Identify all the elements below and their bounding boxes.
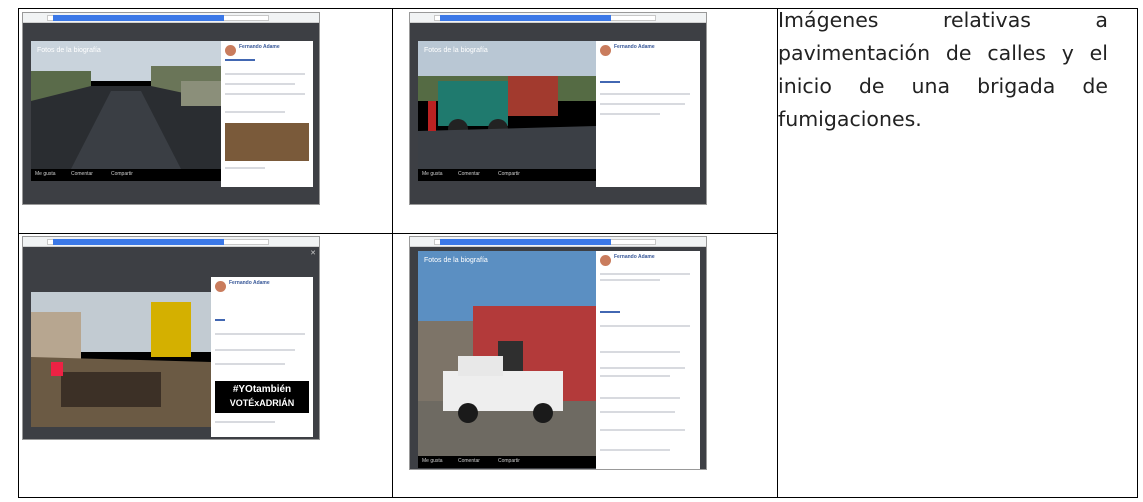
screenshot-excavation: ✕ Fernando Adame #YOtambién VOTÉxADRIÁN (22, 236, 320, 440)
road-photo (31, 41, 221, 169)
post-panel: Fernando Adame #YOtambién VOTÉxADRIÁN (211, 277, 313, 437)
like-action[interactable]: Me gusta (35, 171, 56, 177)
viewer-caption: Fotos de la biografía (424, 257, 488, 264)
like-action[interactable]: Me gusta (422, 171, 443, 177)
browser-bar (410, 13, 706, 23)
photo-actions: Me gusta Comentar Compartir (31, 169, 221, 181)
photo-viewer (31, 292, 211, 427)
table-row-divider (19, 233, 777, 234)
post-panel: Fernando Adame (596, 41, 700, 187)
screenshot-paving-machine: Fotos de la biografía Me gusta Comentar … (409, 12, 707, 205)
post-panel: Fernando Adame (596, 251, 700, 469)
banner-line-1: #YOtambién (232, 384, 292, 395)
photo-actions: Me gusta Comentar Compartir (418, 169, 596, 181)
browser-bar (23, 13, 319, 23)
truck-photo (418, 251, 596, 456)
comment-action[interactable]: Comentar (458, 171, 480, 177)
close-icon[interactable]: ✕ (310, 249, 316, 257)
author-name[interactable]: Fernando Adame (614, 44, 655, 50)
share-action[interactable]: Compartir (111, 171, 133, 177)
avatar (600, 255, 611, 266)
photo-viewer: Fotos de la biografía (418, 251, 596, 456)
description-text: Imágenes relativas a pavimentación de ca… (778, 8, 1108, 131)
browser-bar (410, 237, 706, 247)
share-action[interactable]: Compartir (498, 458, 520, 464)
screenshot-paving-road: Fotos de la biografía Me gusta Comentar … (22, 12, 320, 205)
author-name[interactable]: Fernando Adame (229, 280, 270, 286)
avatar (225, 45, 236, 56)
photo-viewer: Fotos de la biografía (31, 41, 221, 169)
post-panel: Fernando Adame (221, 41, 313, 187)
campaign-banner: #YOtambién VOTÉxADRIÁN (215, 381, 309, 413)
table-divider-1 (392, 9, 393, 497)
author-name[interactable]: Fernando Adame (239, 44, 280, 50)
avatar (600, 45, 611, 56)
avatar (215, 281, 226, 292)
machine-photo (418, 41, 596, 169)
like-action[interactable]: Me gusta (422, 458, 443, 464)
excavation-photo (31, 292, 211, 427)
browser-bar (23, 237, 319, 247)
viewer-caption: Fotos de la biografía (424, 47, 488, 54)
suggested-group-image (225, 123, 309, 161)
banner-line-2: VOTÉxADRIÁN (229, 398, 295, 408)
photo-viewer: Fotos de la biografía (418, 41, 596, 169)
share-action[interactable]: Compartir (498, 171, 520, 177)
comment-action[interactable]: Comentar (458, 458, 480, 464)
author-name[interactable]: Fernando Adame (614, 254, 655, 260)
viewer-caption: Fotos de la biografía (37, 47, 101, 54)
comment-action[interactable]: Comentar (71, 171, 93, 177)
screenshot-fumigation-truck: Fotos de la biografía Me gusta Comentar … (409, 236, 707, 470)
photo-actions: Me gusta Comentar Compartir (418, 456, 596, 468)
